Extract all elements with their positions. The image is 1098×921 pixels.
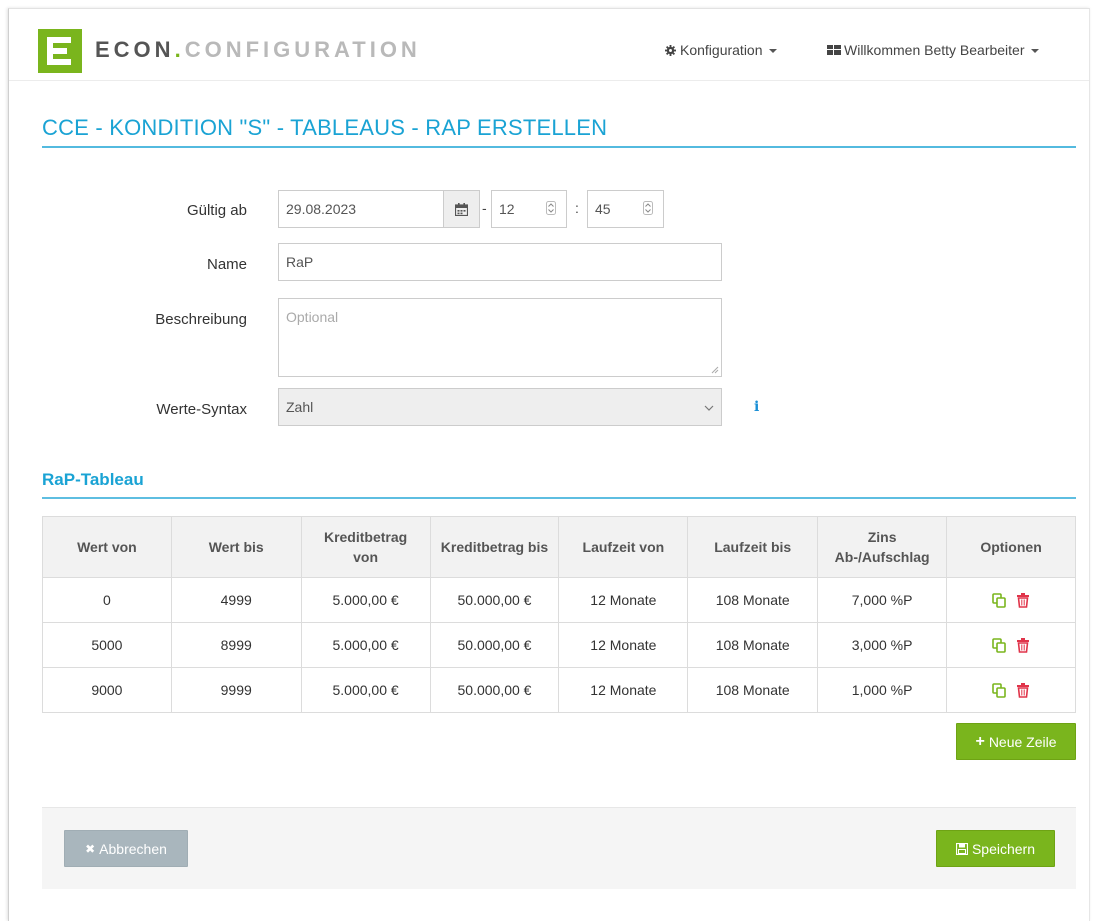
chevron-down-icon	[704, 405, 714, 411]
cell: 12 Monate	[558, 667, 689, 713]
table-row[interactable]: 0 4999 5.000,00 € 50.000,00 € 12 Monate …	[42, 577, 1076, 623]
col-header-line: von	[353, 549, 379, 565]
options-cell	[946, 667, 1076, 713]
col-header: Optionen	[946, 516, 1076, 578]
trash-icon[interactable]	[1016, 593, 1030, 609]
title-divider	[42, 146, 1076, 148]
cell: 0	[42, 577, 172, 623]
cancel-button[interactable]: ✖ Abbrechen	[64, 830, 188, 867]
cell: 9999	[170, 667, 302, 713]
section-divider	[42, 497, 1076, 499]
col-header[interactable]: Laufzeit bis	[687, 516, 819, 578]
description-label: Beschreibung	[155, 311, 247, 328]
cell: 5.000,00 €	[300, 667, 431, 713]
form-footer	[42, 807, 1076, 889]
col-header[interactable]: Laufzeit von	[558, 516, 689, 578]
cell: 5.000,00 €	[300, 622, 431, 668]
brand-name[interactable]: ECON.CONFIGURATION	[95, 37, 421, 63]
cell: 5.000,00 €	[300, 577, 431, 623]
syntax-select[interactable]: Zahl	[278, 388, 722, 426]
new-row-label: Neue Zeile	[988, 733, 1057, 750]
gear-icon	[665, 45, 676, 56]
page-title: CCE - KONDITION "S" - TABLEAUS - RAP ERS…	[42, 115, 608, 140]
new-row-button[interactable]: + Neue Zeile	[956, 723, 1076, 760]
cell: 7,000 %P	[817, 577, 948, 623]
minute-value: 45	[595, 201, 611, 217]
chevron-down-icon	[768, 49, 777, 54]
table-row[interactable]: 9000 9999 5.000,00 € 50.000,00 € 12 Mona…	[42, 667, 1076, 713]
config-menu-label: Konfiguration	[680, 42, 763, 58]
col-header[interactable]: Kreditbetrag bis	[429, 516, 560, 578]
brand-part1: ECON	[95, 37, 175, 62]
cell: 12 Monate	[558, 622, 689, 668]
navbar: ECON.CONFIGURATION Konfiguration Willkom…	[9, 9, 1089, 81]
section-title: RaP-Tableau	[42, 470, 144, 489]
hour-value: 12	[499, 201, 515, 217]
info-icon[interactable]: i	[754, 399, 759, 415]
col-header[interactable]: Wert bis	[170, 516, 302, 578]
user-menu-label: Willkommen Betty Bearbeiter	[844, 42, 1025, 58]
cell: 5000	[42, 622, 172, 668]
cell: 108 Monate	[687, 667, 819, 713]
cell: 3,000 %P	[817, 622, 948, 668]
valid-from-date-input[interactable]: 29.08.2023	[278, 190, 444, 228]
cell: 4999	[170, 577, 302, 623]
col-header[interactable]: Kreditbetrag von	[300, 516, 431, 578]
brand-dot: .	[174, 37, 185, 62]
valid-from-label: Gültig ab	[186, 202, 247, 219]
cell: 8999	[170, 622, 302, 668]
options-cell	[946, 622, 1076, 668]
cell: 1,000 %P	[817, 667, 948, 713]
name-input[interactable]: RaP	[278, 243, 722, 281]
chevron-down-icon	[1030, 49, 1039, 54]
save-button[interactable]: Speichern	[936, 830, 1055, 867]
options-cell	[946, 577, 1076, 623]
cell: 50.000,00 €	[429, 622, 560, 668]
user-menu[interactable]: Willkommen Betty Bearbeiter	[827, 42, 1039, 58]
copy-icon[interactable]	[992, 638, 1006, 654]
cancel-label: Abbrechen	[99, 840, 167, 857]
brand-part2: CONFIGURATION	[184, 37, 421, 62]
trash-icon[interactable]	[1016, 683, 1030, 699]
cell: 108 Monate	[687, 622, 819, 668]
close-icon: ✖	[85, 841, 96, 856]
minute-spinner-icon[interactable]	[643, 201, 653, 215]
col-header-line: Ab-/Aufschlag	[834, 549, 930, 565]
name-label: Name	[206, 256, 247, 273]
syntax-label: Werte-Syntax	[156, 401, 247, 418]
plus-icon: +	[975, 732, 985, 750]
save-icon	[955, 842, 968, 855]
date-time-separator: -	[482, 200, 487, 216]
calendar-button[interactable]	[443, 190, 480, 228]
cell: 108 Monate	[687, 577, 819, 623]
col-header[interactable]: Wert von	[42, 516, 172, 578]
app-window: ECON.CONFIGURATION Konfiguration Willkom…	[8, 8, 1090, 921]
hour-spinner-icon[interactable]	[546, 201, 556, 215]
rap-table: Wert von Wert bis Kreditbetrag von Kredit…	[42, 516, 1076, 713]
trash-icon[interactable]	[1016, 638, 1030, 654]
hour-minute-separator: :	[575, 200, 579, 216]
cell: 50.000,00 €	[429, 577, 560, 623]
table-header-row: Wert von Wert bis Kreditbetrag von Kredit…	[42, 516, 1076, 578]
save-label: Speichern	[971, 840, 1036, 857]
resize-handle-icon[interactable]	[711, 366, 719, 374]
calendar-icon	[455, 202, 468, 216]
col-header-line: Zins	[867, 529, 897, 545]
col-header[interactable]: Zins Ab-/Aufschlag	[817, 516, 948, 578]
table-row[interactable]: 5000 8999 5.000,00 € 50.000,00 € 12 Mona…	[42, 622, 1076, 668]
logo[interactable]	[38, 29, 82, 73]
cell: 12 Monate	[558, 577, 689, 623]
cell: 9000	[42, 667, 172, 713]
copy-icon[interactable]	[992, 593, 1006, 609]
cell: 50.000,00 €	[429, 667, 560, 713]
config-menu[interactable]: Konfiguration	[665, 42, 777, 58]
description-textarea[interactable]: Optional	[278, 298, 722, 377]
copy-icon[interactable]	[992, 683, 1006, 699]
col-header-line: Kreditbetrag	[323, 529, 408, 545]
grid-icon	[827, 45, 841, 55]
